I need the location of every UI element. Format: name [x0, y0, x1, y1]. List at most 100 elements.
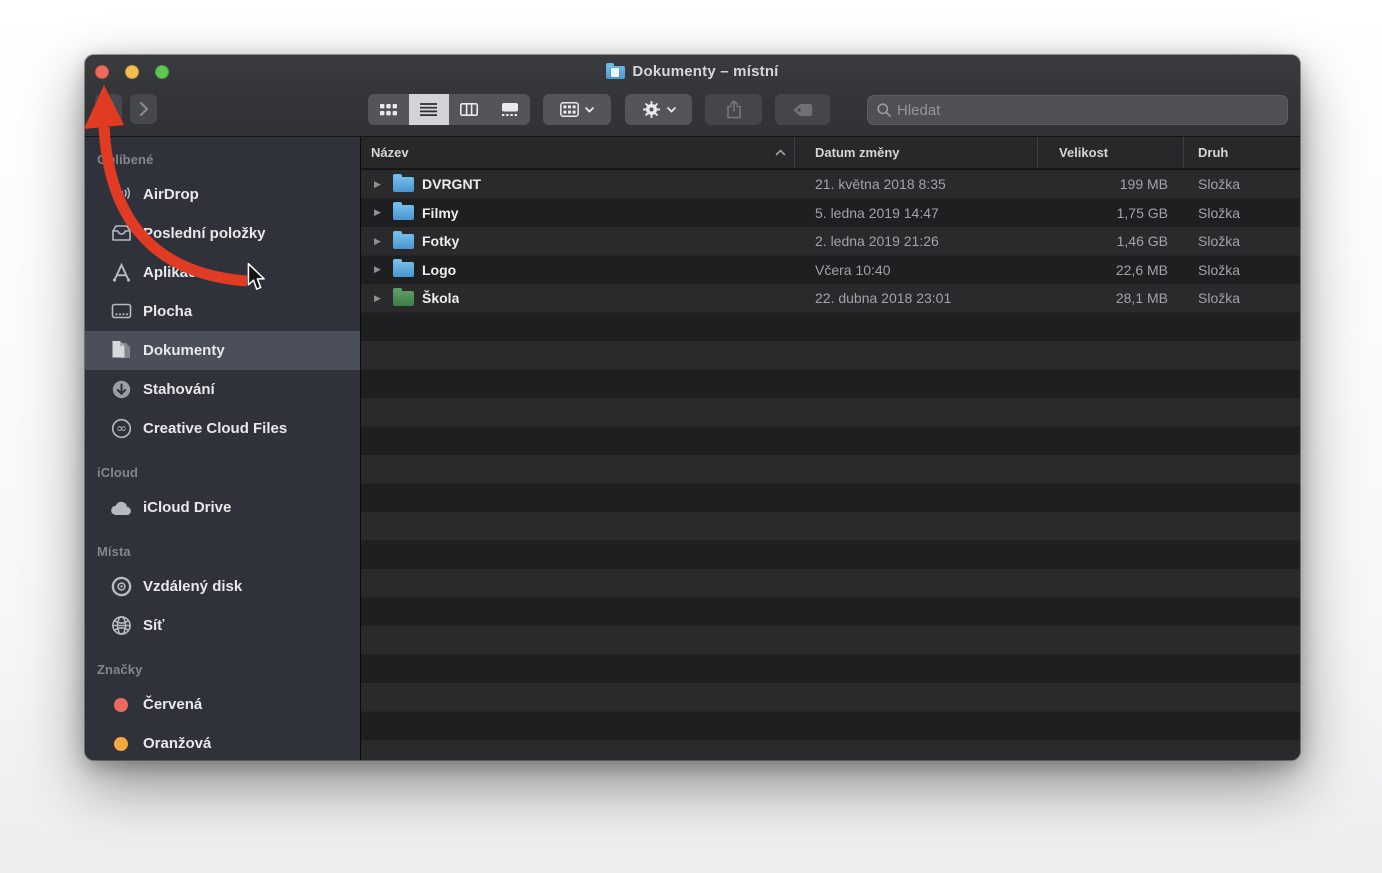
tag-dot-icon: [109, 693, 133, 717]
network-icon: [109, 614, 133, 638]
file-rows: ▶ DVRGNT 21. května 2018 8:35 199 MB Slo…: [361, 170, 1300, 760]
disclosure-triangle-icon[interactable]: ▶: [374, 236, 393, 247]
chevron-left-icon: [104, 102, 114, 116]
chevron-right-icon: [139, 102, 149, 116]
table-row[interactable]: ▶ DVRGNT 21. května 2018 8:35 199 MB Slo…: [361, 170, 1300, 199]
column-header-kind[interactable]: Druh: [1184, 137, 1300, 168]
name-cell: ▶ Fotky: [361, 233, 795, 249]
list-view-button[interactable]: [409, 94, 450, 125]
file-size: 28,1 MB: [1038, 290, 1184, 306]
sidebar-sections: Oblíbené AirDrop Poslední položky Aplika…: [85, 143, 360, 760]
sidebar-item-aplikace[interactable]: Aplikace: [85, 253, 360, 292]
sidebar-item-icloud-drive[interactable]: iCloud Drive: [85, 488, 360, 527]
sidebar-item-creative-cloud-files[interactable]: ∞ Creative Cloud Files: [85, 409, 360, 448]
tag-dot-icon: [109, 732, 133, 756]
file-kind: Složka: [1184, 205, 1300, 221]
table-row[interactable]: ▶ Fotky 2. ledna 2019 21:26 1,46 GB Slož…: [361, 227, 1300, 256]
sidebar-item-dokumenty[interactable]: Dokumenty: [85, 331, 360, 370]
sidebar: Oblíbené AirDrop Poslední položky Aplika…: [85, 137, 360, 760]
search-input[interactable]: [897, 102, 1278, 119]
titlebar: Dokumenty – místní: [85, 55, 1300, 88]
disclosure-triangle-icon[interactable]: ▶: [374, 207, 393, 218]
table-row[interactable]: ▶ Filmy 5. ledna 2019 14:47 1,75 GB Slož…: [361, 199, 1300, 228]
disclosure-triangle-icon[interactable]: ▶: [374, 179, 393, 190]
window-title-text: Dokumenty – místní: [632, 63, 778, 80]
table-row[interactable]: ▶ Logo Včera 10:40 22,6 MB Složka: [361, 256, 1300, 285]
chevron-down-icon: [585, 107, 594, 113]
svg-text:∞: ∞: [116, 422, 127, 437]
column-view-button[interactable]: [449, 94, 490, 125]
file-kind: Složka: [1184, 233, 1300, 249]
creative-cloud-icon: ∞: [109, 417, 133, 441]
column-header-name[interactable]: Název: [361, 137, 795, 168]
list-view-icon: [420, 103, 437, 116]
share-button[interactable]: [705, 94, 762, 125]
downloads-icon: [109, 378, 133, 402]
name-cell: ▶ DVRGNT: [361, 176, 795, 192]
finder-window: Dokumenty – místní: [85, 55, 1300, 760]
file-name: DVRGNT: [422, 176, 481, 192]
name-cell: ▶ Škola: [361, 290, 795, 306]
file-size: 1,75 GB: [1038, 205, 1184, 221]
gallery-view-icon: [501, 103, 519, 116]
back-button[interactable]: [95, 94, 122, 124]
disclosure-triangle-icon[interactable]: ▶: [374, 293, 393, 304]
name-cell: ▶ Filmy: [361, 205, 795, 221]
sort-ascending-icon: [775, 149, 786, 156]
minimize-button[interactable]: [125, 65, 139, 79]
column-header-date[interactable]: Datum změny: [795, 137, 1038, 168]
file-date: 22. dubna 2018 23:01: [795, 290, 1038, 306]
file-name: Filmy: [422, 205, 459, 221]
sidebar-section: Místa Vzdálený disk Síť: [85, 535, 360, 645]
window-title: Dokumenty – místní: [606, 63, 778, 80]
sidebar-item-vzd-len-disk[interactable]: Vzdálený disk: [85, 567, 360, 606]
folder-icon: [393, 177, 414, 192]
gallery-view-button[interactable]: [490, 94, 531, 125]
search-field[interactable]: [867, 95, 1288, 125]
sidebar-section-items: Vzdálený disk Síť: [85, 567, 360, 645]
sidebar-item-airdrop[interactable]: AirDrop: [85, 175, 360, 214]
disclosure-triangle-icon[interactable]: ▶: [374, 264, 393, 275]
documents-folder-icon: [606, 66, 625, 79]
file-list: Název Datum změny Velikost Druh: [361, 137, 1300, 760]
grid-view-icon: [380, 104, 397, 116]
zoom-button[interactable]: [155, 65, 169, 79]
list-header: Název Datum změny Velikost Druh: [361, 137, 1300, 170]
chevron-down-icon: [667, 107, 676, 113]
toolbar: [85, 88, 1300, 137]
column-header-size[interactable]: Velikost: [1038, 137, 1184, 168]
sidebar-section: Značky Červená Oranžová: [85, 653, 360, 760]
sidebar-item-s[interactable]: Síť: [85, 606, 360, 645]
sidebar-item-erven[interactable]: Červená: [85, 685, 360, 724]
sidebar-item-stahov-n[interactable]: Stahování: [85, 370, 360, 409]
forward-button[interactable]: [130, 94, 157, 124]
file-name: Logo: [422, 262, 456, 278]
sidebar-section-items: AirDrop Poslední položky Aplikace Plocha…: [85, 175, 360, 448]
sidebar-item-oran-ov[interactable]: Oranžová: [85, 724, 360, 760]
gear-icon: [642, 100, 661, 119]
desktop-icon: [109, 300, 133, 324]
applications-icon: [109, 261, 133, 285]
close-button[interactable]: [95, 65, 109, 79]
desktop-background: Dokumenty – místní: [0, 0, 1382, 873]
icon-view-button[interactable]: [368, 94, 409, 125]
folder-icon: [393, 291, 414, 306]
sidebar-item-plocha[interactable]: Plocha: [85, 292, 360, 331]
sidebar-section-items: iCloud Drive: [85, 488, 360, 527]
folder-icon: [393, 234, 414, 249]
file-kind: Složka: [1184, 176, 1300, 192]
view-mode-control: [368, 94, 530, 125]
sidebar-item-posledn-polo-ky[interactable]: Poslední položky: [85, 214, 360, 253]
file-size: 199 MB: [1038, 176, 1184, 192]
recents-icon: [109, 222, 133, 246]
sidebar-section: iCloud iCloud Drive: [85, 456, 360, 527]
name-cell: ▶ Logo: [361, 262, 795, 278]
tag-icon: [792, 103, 813, 117]
group-button[interactable]: [543, 94, 611, 125]
table-row[interactable]: ▶ Škola 22. dubna 2018 23:01 28,1 MB Slo…: [361, 284, 1300, 313]
action-button[interactable]: [625, 94, 692, 125]
airdrop-icon: [109, 183, 133, 207]
group-icon: [560, 102, 579, 117]
tag-button[interactable]: [775, 94, 830, 125]
share-icon: [726, 100, 742, 119]
